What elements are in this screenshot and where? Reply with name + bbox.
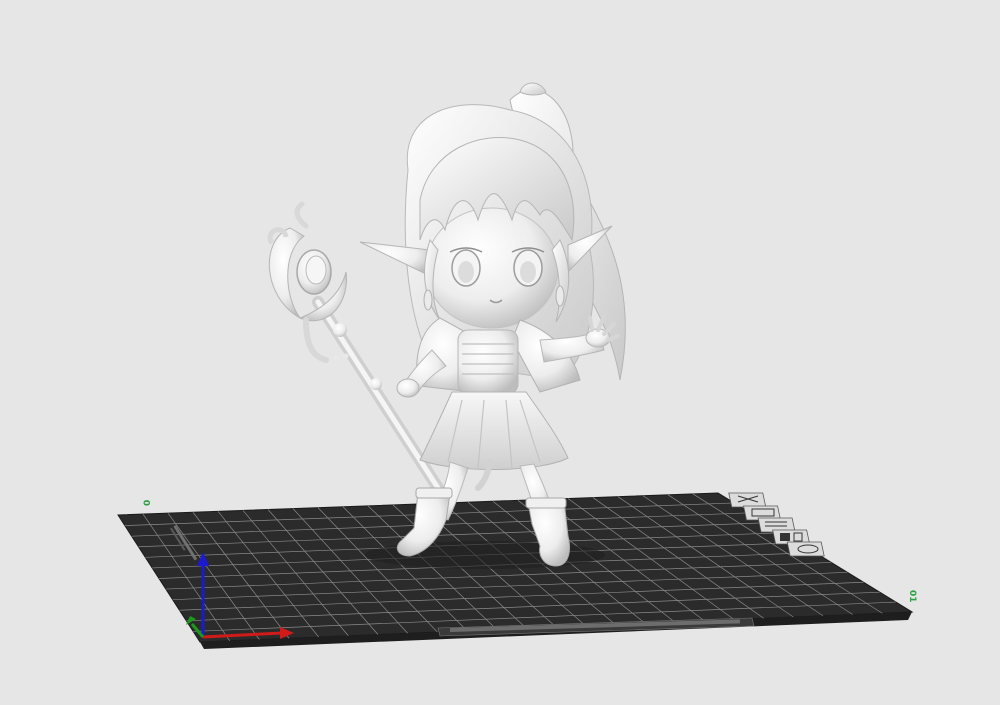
plate-icon-1[interactable] bbox=[728, 492, 767, 508]
scene-canvas[interactable]: 0 01 bbox=[0, 0, 1000, 705]
plate-corner-label-left: 0 bbox=[143, 500, 153, 506]
torso bbox=[457, 329, 519, 395]
plate-corner-label-right: 01 bbox=[907, 590, 917, 603]
earring-right bbox=[555, 285, 565, 307]
chibi-figure-model[interactable] bbox=[267, 82, 626, 569]
plate-icon-5[interactable] bbox=[786, 541, 825, 557]
skirt bbox=[419, 391, 569, 471]
left-hand bbox=[396, 378, 420, 398]
3d-viewport[interactable]: 0 01 bbox=[0, 0, 1000, 705]
build-plate[interactable]: 0 01 bbox=[117, 492, 917, 649]
earring-left bbox=[423, 289, 433, 311]
